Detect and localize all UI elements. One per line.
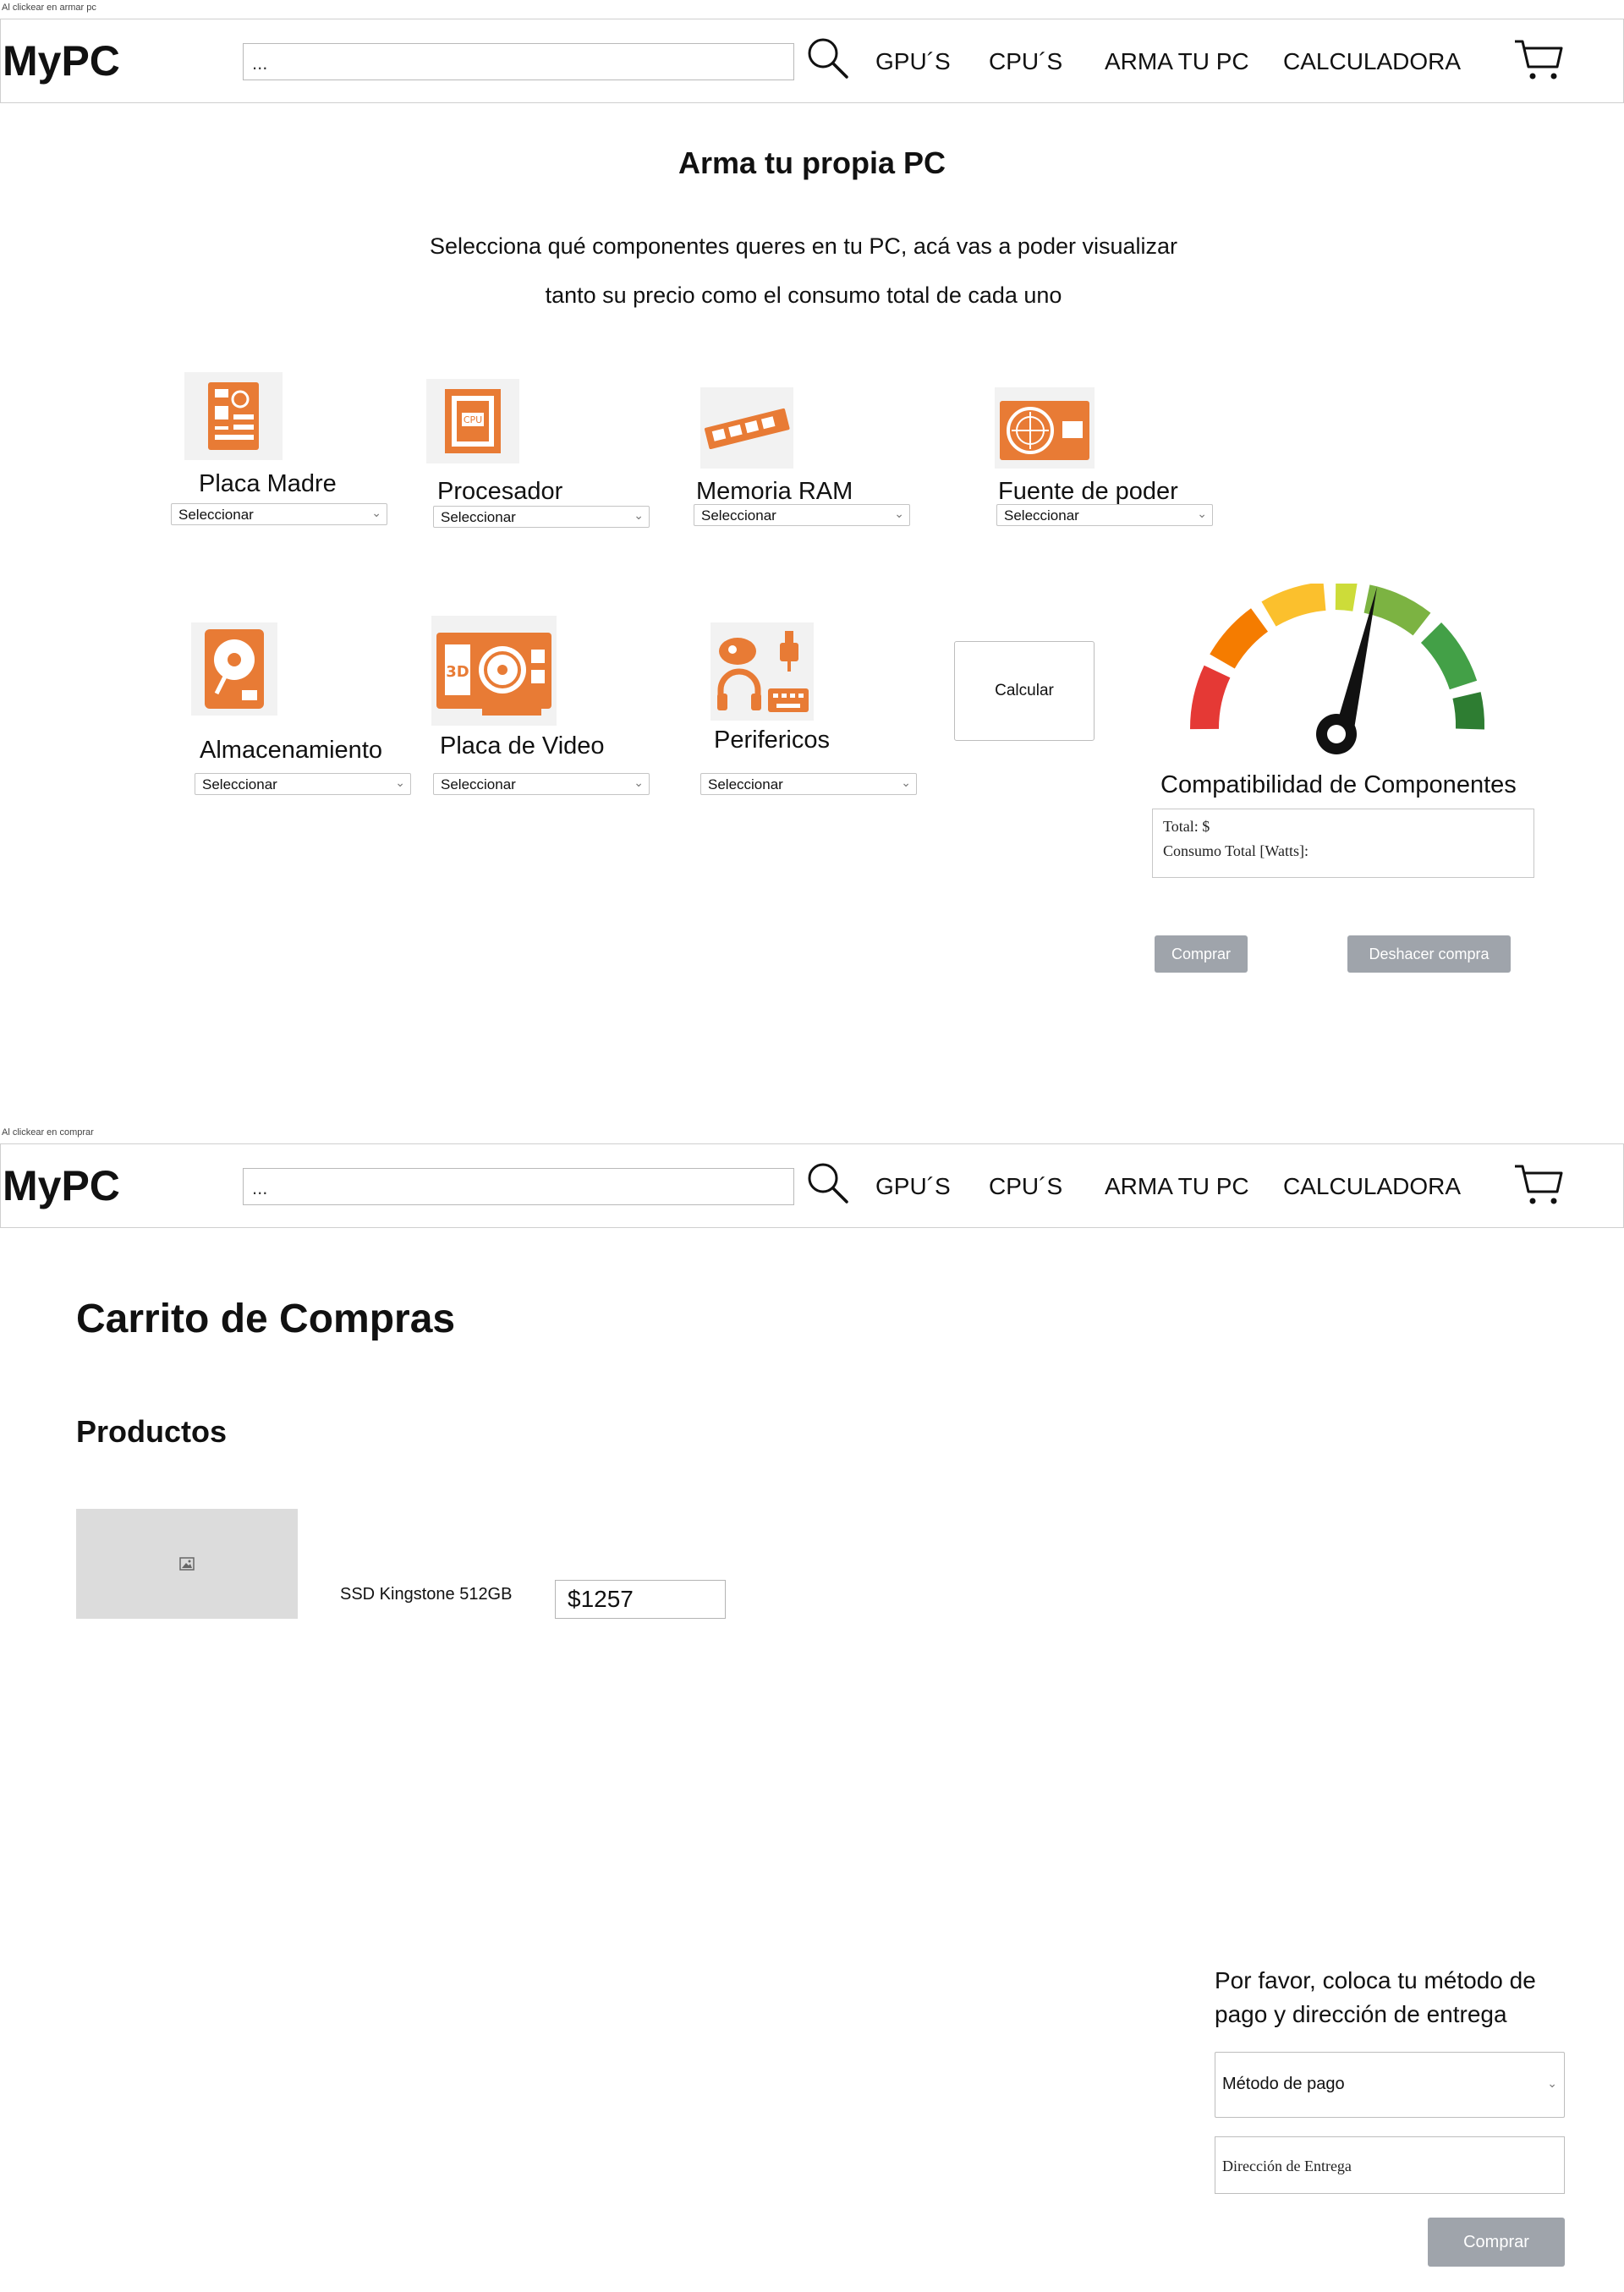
- select-value: Seleccionar: [1004, 507, 1079, 524]
- image-placeholder-icon: [179, 1557, 195, 1571]
- hard-drive-icon: [191, 622, 277, 716]
- chevron-down-icon: ⌄: [1547, 2076, 1557, 2090]
- logo[interactable]: MyPC: [3, 1161, 120, 1210]
- nav-link-gpus[interactable]: GPU´S: [875, 1173, 951, 1200]
- chevron-down-icon: ⌄: [1197, 507, 1207, 520]
- select-value: Seleccionar: [202, 776, 277, 792]
- cart-icon[interactable]: [1513, 1163, 1564, 1207]
- component-label-memoria-ram: Memoria RAM: [696, 478, 853, 505]
- navbar: MyPC ... GPU´S CPU´S ARMA TU PC CALCULAD…: [0, 1143, 1624, 1228]
- select-fuente-de-poder[interactable]: Seleccionar ⌄: [996, 504, 1213, 526]
- nav-link-calculadora[interactable]: CALCULADORA: [1283, 48, 1461, 75]
- select-perifericos[interactable]: Seleccionar ⌄: [700, 773, 917, 795]
- total-consumption: Consumo Total [Watts]:: [1163, 842, 1309, 859]
- select-memoria-ram[interactable]: Seleccionar ⌄: [694, 504, 910, 526]
- select-value: Seleccionar: [178, 507, 254, 523]
- select-placa-de-video[interactable]: Seleccionar ⌄: [433, 773, 650, 795]
- search-input[interactable]: ...: [243, 43, 794, 80]
- select-value: Seleccionar: [701, 507, 776, 524]
- nav-link-arma-tu-pc[interactable]: ARMA TU PC: [1105, 48, 1249, 75]
- description-line-1: Selecciona qué componentes queres en tu …: [429, 233, 1178, 259]
- chevron-down-icon: ⌄: [894, 507, 904, 520]
- compatibility-gauge-icon: [1189, 584, 1485, 754]
- chevron-down-icon: ⌄: [395, 776, 405, 789]
- power-supply-icon: [995, 387, 1095, 469]
- product-price: $1257: [555, 1580, 726, 1619]
- payment-prompt: Por favor, coloca tu método de pago y di…: [1215, 1967, 1536, 2027]
- total-price: Total: $: [1163, 818, 1210, 835]
- cart-icon[interactable]: [1513, 38, 1564, 82]
- component-label-placa-madre: Placa Madre: [199, 470, 337, 497]
- product-name: SSD Kingstone 512GB: [340, 1585, 513, 1604]
- svg-text:CPU: CPU: [464, 414, 482, 425]
- chevron-down-icon: ⌄: [634, 776, 644, 789]
- compatibility-title: Compatibilidad de Componentes: [1160, 771, 1517, 798]
- component-label-placa-de-video: Placa de Video: [440, 732, 605, 759]
- payment-method-placeholder: Método de pago: [1222, 2075, 1345, 2093]
- comprar-button[interactable]: Comprar: [1155, 935, 1248, 973]
- search-icon[interactable]: [804, 35, 852, 82]
- peripherals-icon: [710, 622, 814, 721]
- nav-link-calculadora[interactable]: CALCULADORA: [1283, 1173, 1461, 1200]
- select-value: Seleccionar: [708, 776, 783, 792]
- deshacer-compra-button[interactable]: Deshacer compra: [1347, 935, 1511, 973]
- nav-link-cpus[interactable]: CPU´S: [989, 48, 1062, 75]
- select-value: Seleccionar: [441, 509, 516, 525]
- graphics-card-icon: 3D: [431, 616, 557, 726]
- screen-caption: Al clickear en comprar: [2, 1127, 94, 1138]
- select-value: Seleccionar: [441, 776, 516, 792]
- svg-text:3D: 3D: [446, 663, 469, 681]
- nav-link-gpus[interactable]: GPU´S: [875, 48, 951, 75]
- products-heading: Productos: [76, 1414, 228, 1449]
- chevron-down-icon: ⌄: [634, 508, 644, 522]
- search-input[interactable]: ...: [243, 1168, 794, 1205]
- select-procesador[interactable]: Seleccionar ⌄: [433, 506, 650, 528]
- select-almacenamiento[interactable]: Seleccionar ⌄: [195, 773, 411, 795]
- totals-box: Total: $ Consumo Total [Watts]:: [1152, 809, 1534, 878]
- calcular-button[interactable]: Calcular: [954, 641, 1095, 741]
- comprar-button[interactable]: Comprar: [1428, 2218, 1565, 2267]
- product-image: [76, 1509, 298, 1619]
- address-input[interactable]: Dirección de Entrega: [1215, 2136, 1565, 2194]
- select-placa-madre[interactable]: Seleccionar ⌄: [171, 503, 387, 525]
- component-label-perifericos: Perifericos: [714, 727, 830, 754]
- chevron-down-icon: ⌄: [371, 506, 381, 519]
- page-title: Carrito de Compras: [76, 1297, 456, 1341]
- description-line-2: tanto su precio como el consumo total de…: [545, 282, 1062, 308]
- search-icon[interactable]: [804, 1160, 852, 1207]
- payment-method-select[interactable]: Método de pago ⌄: [1215, 2052, 1565, 2118]
- component-label-almacenamiento: Almacenamiento: [200, 737, 382, 764]
- chevron-down-icon: ⌄: [901, 776, 911, 789]
- nav-link-arma-tu-pc[interactable]: ARMA TU PC: [1105, 1173, 1249, 1200]
- component-label-fuente-de-poder: Fuente de poder: [998, 478, 1178, 505]
- ram-icon: [700, 387, 793, 469]
- cpu-icon: CPU: [426, 379, 519, 463]
- navbar: MyPC ... GPU´S CPU´S ARMA TU PC CALCULAD…: [0, 19, 1624, 103]
- nav-link-cpus[interactable]: CPU´S: [989, 1173, 1062, 1200]
- component-label-procesador: Procesador: [437, 478, 563, 505]
- screen-caption: Al clickear en armar pc: [2, 3, 96, 13]
- motherboard-icon: [184, 372, 283, 460]
- page-title: Arma tu propia PC: [678, 145, 946, 180]
- logo[interactable]: MyPC: [3, 36, 120, 85]
